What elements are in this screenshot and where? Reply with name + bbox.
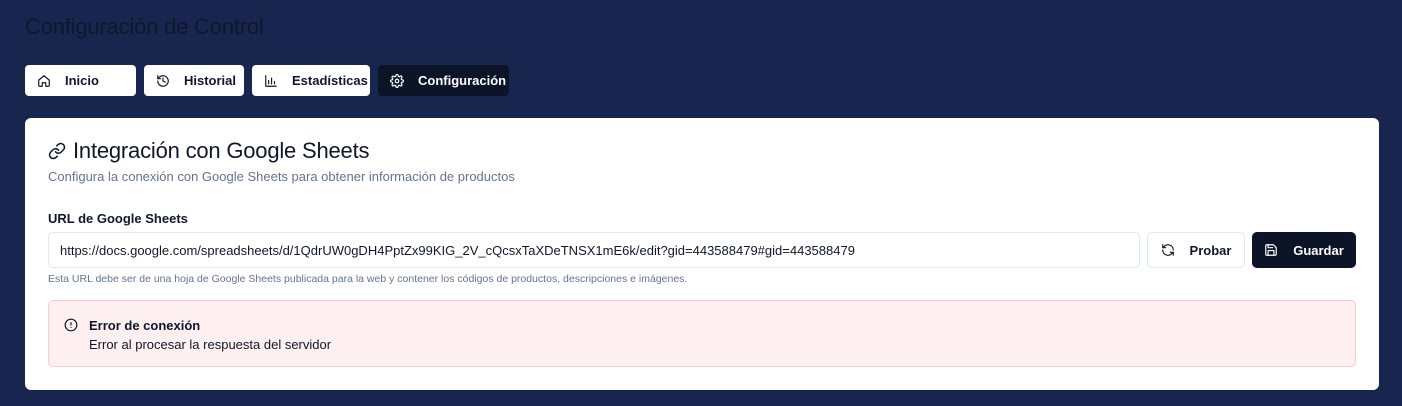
gear-icon <box>390 73 404 88</box>
test-button-label: Probar <box>1189 242 1232 258</box>
alert-message: Error al procesar la respuesta del servi… <box>89 337 332 352</box>
tab-label: Historial <box>184 73 237 88</box>
page-title: Configuración de Control <box>25 14 264 39</box>
tab-bar: Inicio Historial Estadísticas Configurac… <box>25 65 509 96</box>
tab-label: Inicio <box>65 73 99 88</box>
tab-inicio[interactable]: Inicio <box>25 65 136 96</box>
history-icon <box>156 74 170 88</box>
bar-chart-icon <box>264 74 278 88</box>
card-description: Configura la conexión con Google Sheets … <box>48 169 515 184</box>
error-alert: Error de conexión Error al procesar la r… <box>48 300 1356 367</box>
url-helper-text: Esta URL debe ser de una hoja de Google … <box>48 273 688 285</box>
tab-estadisticas[interactable]: Estadísticas <box>252 65 370 96</box>
home-icon <box>37 74 51 88</box>
sheets-url-input[interactable] <box>48 232 1140 268</box>
save-button-label: Guardar <box>1293 242 1344 258</box>
save-button[interactable]: Guardar <box>1252 232 1356 268</box>
test-button[interactable]: Probar <box>1147 232 1245 268</box>
tab-historial[interactable]: Historial <box>144 65 244 96</box>
tab-configuracion[interactable]: Configuración <box>378 65 509 96</box>
alert-title: Error de conexión <box>89 318 201 333</box>
url-field-label: URL de Google Sheets <box>48 211 188 226</box>
refresh-icon <box>1161 243 1175 257</box>
google-sheets-card: Integración con Google Sheets Configura … <box>25 118 1379 390</box>
save-icon <box>1264 243 1278 257</box>
card-title: Integración con Google Sheets <box>73 138 370 163</box>
tab-label: Configuración <box>418 73 507 88</box>
link-icon <box>48 142 66 160</box>
tab-label: Estadísticas <box>292 73 368 88</box>
alert-circle-icon <box>64 318 78 332</box>
card-header: Integración con Google Sheets <box>48 138 369 164</box>
